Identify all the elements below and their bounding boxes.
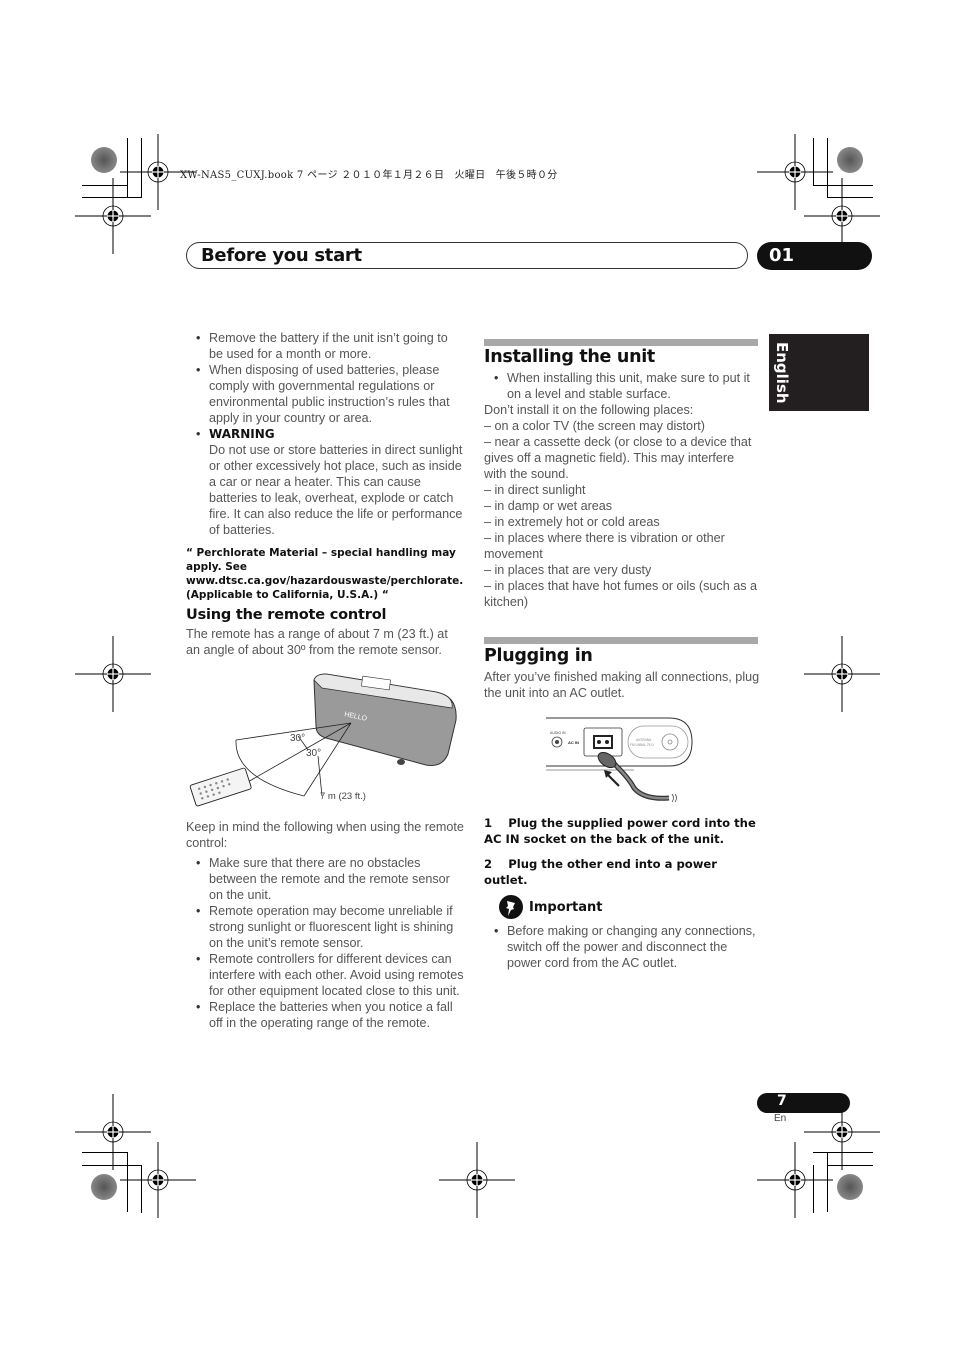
speaker-unit-illustration: HELLO <box>313 673 457 766</box>
remote-control-illustration <box>189 767 252 807</box>
section-title-bar: Before you start <box>186 242 748 269</box>
important-text: Before making or changing any connection… <box>484 923 761 971</box>
page-language-code: En <box>774 1113 787 1124</box>
place-item: – near a cassette deck (or close to a de… <box>484 435 752 481</box>
antenna-label: ANTENNA <box>636 738 652 742</box>
registration-mark-icon <box>119 1141 197 1219</box>
list-item: Replace the batteries when you notice a … <box>186 999 464 1031</box>
installing-intro: Don’t install it on the following places… <box>484 403 694 417</box>
color-target-icon <box>91 147 117 173</box>
step-1: 1 Plug the supplied power cord into the … <box>484 815 760 847</box>
ac-in-label: AC IN <box>568 740 579 745</box>
registration-mark-icon <box>438 1141 516 1219</box>
place-item: – in extremely hot or cold areas <box>484 515 660 529</box>
place-item: – in places that are very dusty <box>484 563 652 577</box>
angle-label: 30° <box>290 733 305 744</box>
place-item: – in damp or wet areas <box>484 499 613 513</box>
section-divider <box>484 339 758 346</box>
range-label: 7 m (23 ft.) <box>320 791 366 802</box>
registration-mark-icon <box>756 133 834 211</box>
plugging-heading: Plugging in <box>484 646 593 666</box>
list-item: When disposing of used batteries, please… <box>186 362 464 426</box>
step-text: Plug the other end into a power outlet. <box>484 857 718 887</box>
list-item: When installing this unit, make sure to … <box>484 370 760 402</box>
language-tab: English <box>769 334 869 411</box>
remote-range-figure: HELLO 30° 30° 7 m (23 ft.) <box>189 673 457 807</box>
remote-heading: Using the remote control <box>186 607 387 623</box>
list-item: Remove the battery if the unit isn’t goi… <box>186 330 464 362</box>
registration-mark-icon <box>74 635 152 713</box>
color-target-icon <box>837 1174 863 1200</box>
remote-intro: The remote has a range of about 7 m (23 … <box>186 627 448 657</box>
insert-arrow-icon <box>604 770 620 787</box>
chapter-badge: 01 <box>757 242 872 270</box>
antenna-label: FM UNBAL 75 Ω <box>630 743 654 747</box>
perchlorate-notice: “ Perchlorate Material – special handlin… <box>186 547 464 601</box>
chapter-number: 01 <box>769 245 795 266</box>
language-label: English <box>773 342 791 404</box>
important-label: Important <box>529 900 603 915</box>
keep-in-mind-text: Keep in mind the following when using th… <box>186 820 464 850</box>
page-number: 7 <box>777 1093 787 1109</box>
installing-heading: Installing the unit <box>484 347 656 367</box>
warning-text: Do not use or store batteries in direct … <box>209 443 463 537</box>
step-number: 2 <box>484 857 493 871</box>
angle-label: 30° <box>306 748 321 759</box>
registration-mark-icon <box>74 1093 152 1171</box>
place-item: – in places that have hot fumes or oils … <box>484 579 758 609</box>
left-column: Remove the battery if the unit isn’t goi… <box>186 330 464 602</box>
audio-in-label: AUDIO IN <box>550 731 566 735</box>
section-title: Before you start <box>201 245 362 266</box>
installing-section: When installing this unit, make sure to … <box>484 370 760 610</box>
registration-mark-icon <box>756 1141 834 1219</box>
list-item: Remote controllers for different devices… <box>186 951 464 999</box>
warning-item: WARNING Do not use or store batteries in… <box>186 426 464 538</box>
list-item: Remote operation may become unreliable i… <box>186 903 464 951</box>
plugging-steps: 1 Plug the supplied power cord into the … <box>484 815 760 888</box>
registration-marks <box>74 133 881 1219</box>
warning-label: WARNING <box>209 427 275 441</box>
print-header: XW-NAS5_CUXJ.book 7 ページ ２０１０年１月２６日 火曜日 午… <box>180 170 558 181</box>
place-item: – in places where there is vibration or … <box>484 531 725 561</box>
page-number-badge: 7 <box>757 1093 850 1113</box>
step-2: 2 Plug the other end into a power outlet… <box>484 856 760 888</box>
color-target-icon <box>91 1174 117 1200</box>
plugging-intro: After you’ve finished making all connect… <box>484 670 760 700</box>
step-number: 1 <box>484 816 493 830</box>
place-item: – in direct sunlight <box>484 483 586 497</box>
color-target-icon <box>837 147 863 173</box>
registration-mark-icon <box>803 635 881 713</box>
step-text: Plug the supplied power cord into the AC… <box>484 816 756 846</box>
ac-in-figure: AUDIO IN AC IN ANTENNA FM UNBAL 75 Ω <box>546 717 693 803</box>
place-item: – on a color TV (the screen may distort) <box>484 419 705 433</box>
section-divider <box>484 637 758 644</box>
registration-mark-icon <box>74 177 152 255</box>
list-item: Make sure that there are no obstacles be… <box>186 855 464 903</box>
remote-tips: Keep in mind the following when using th… <box>186 819 464 1031</box>
important-pin-icon <box>499 895 523 919</box>
